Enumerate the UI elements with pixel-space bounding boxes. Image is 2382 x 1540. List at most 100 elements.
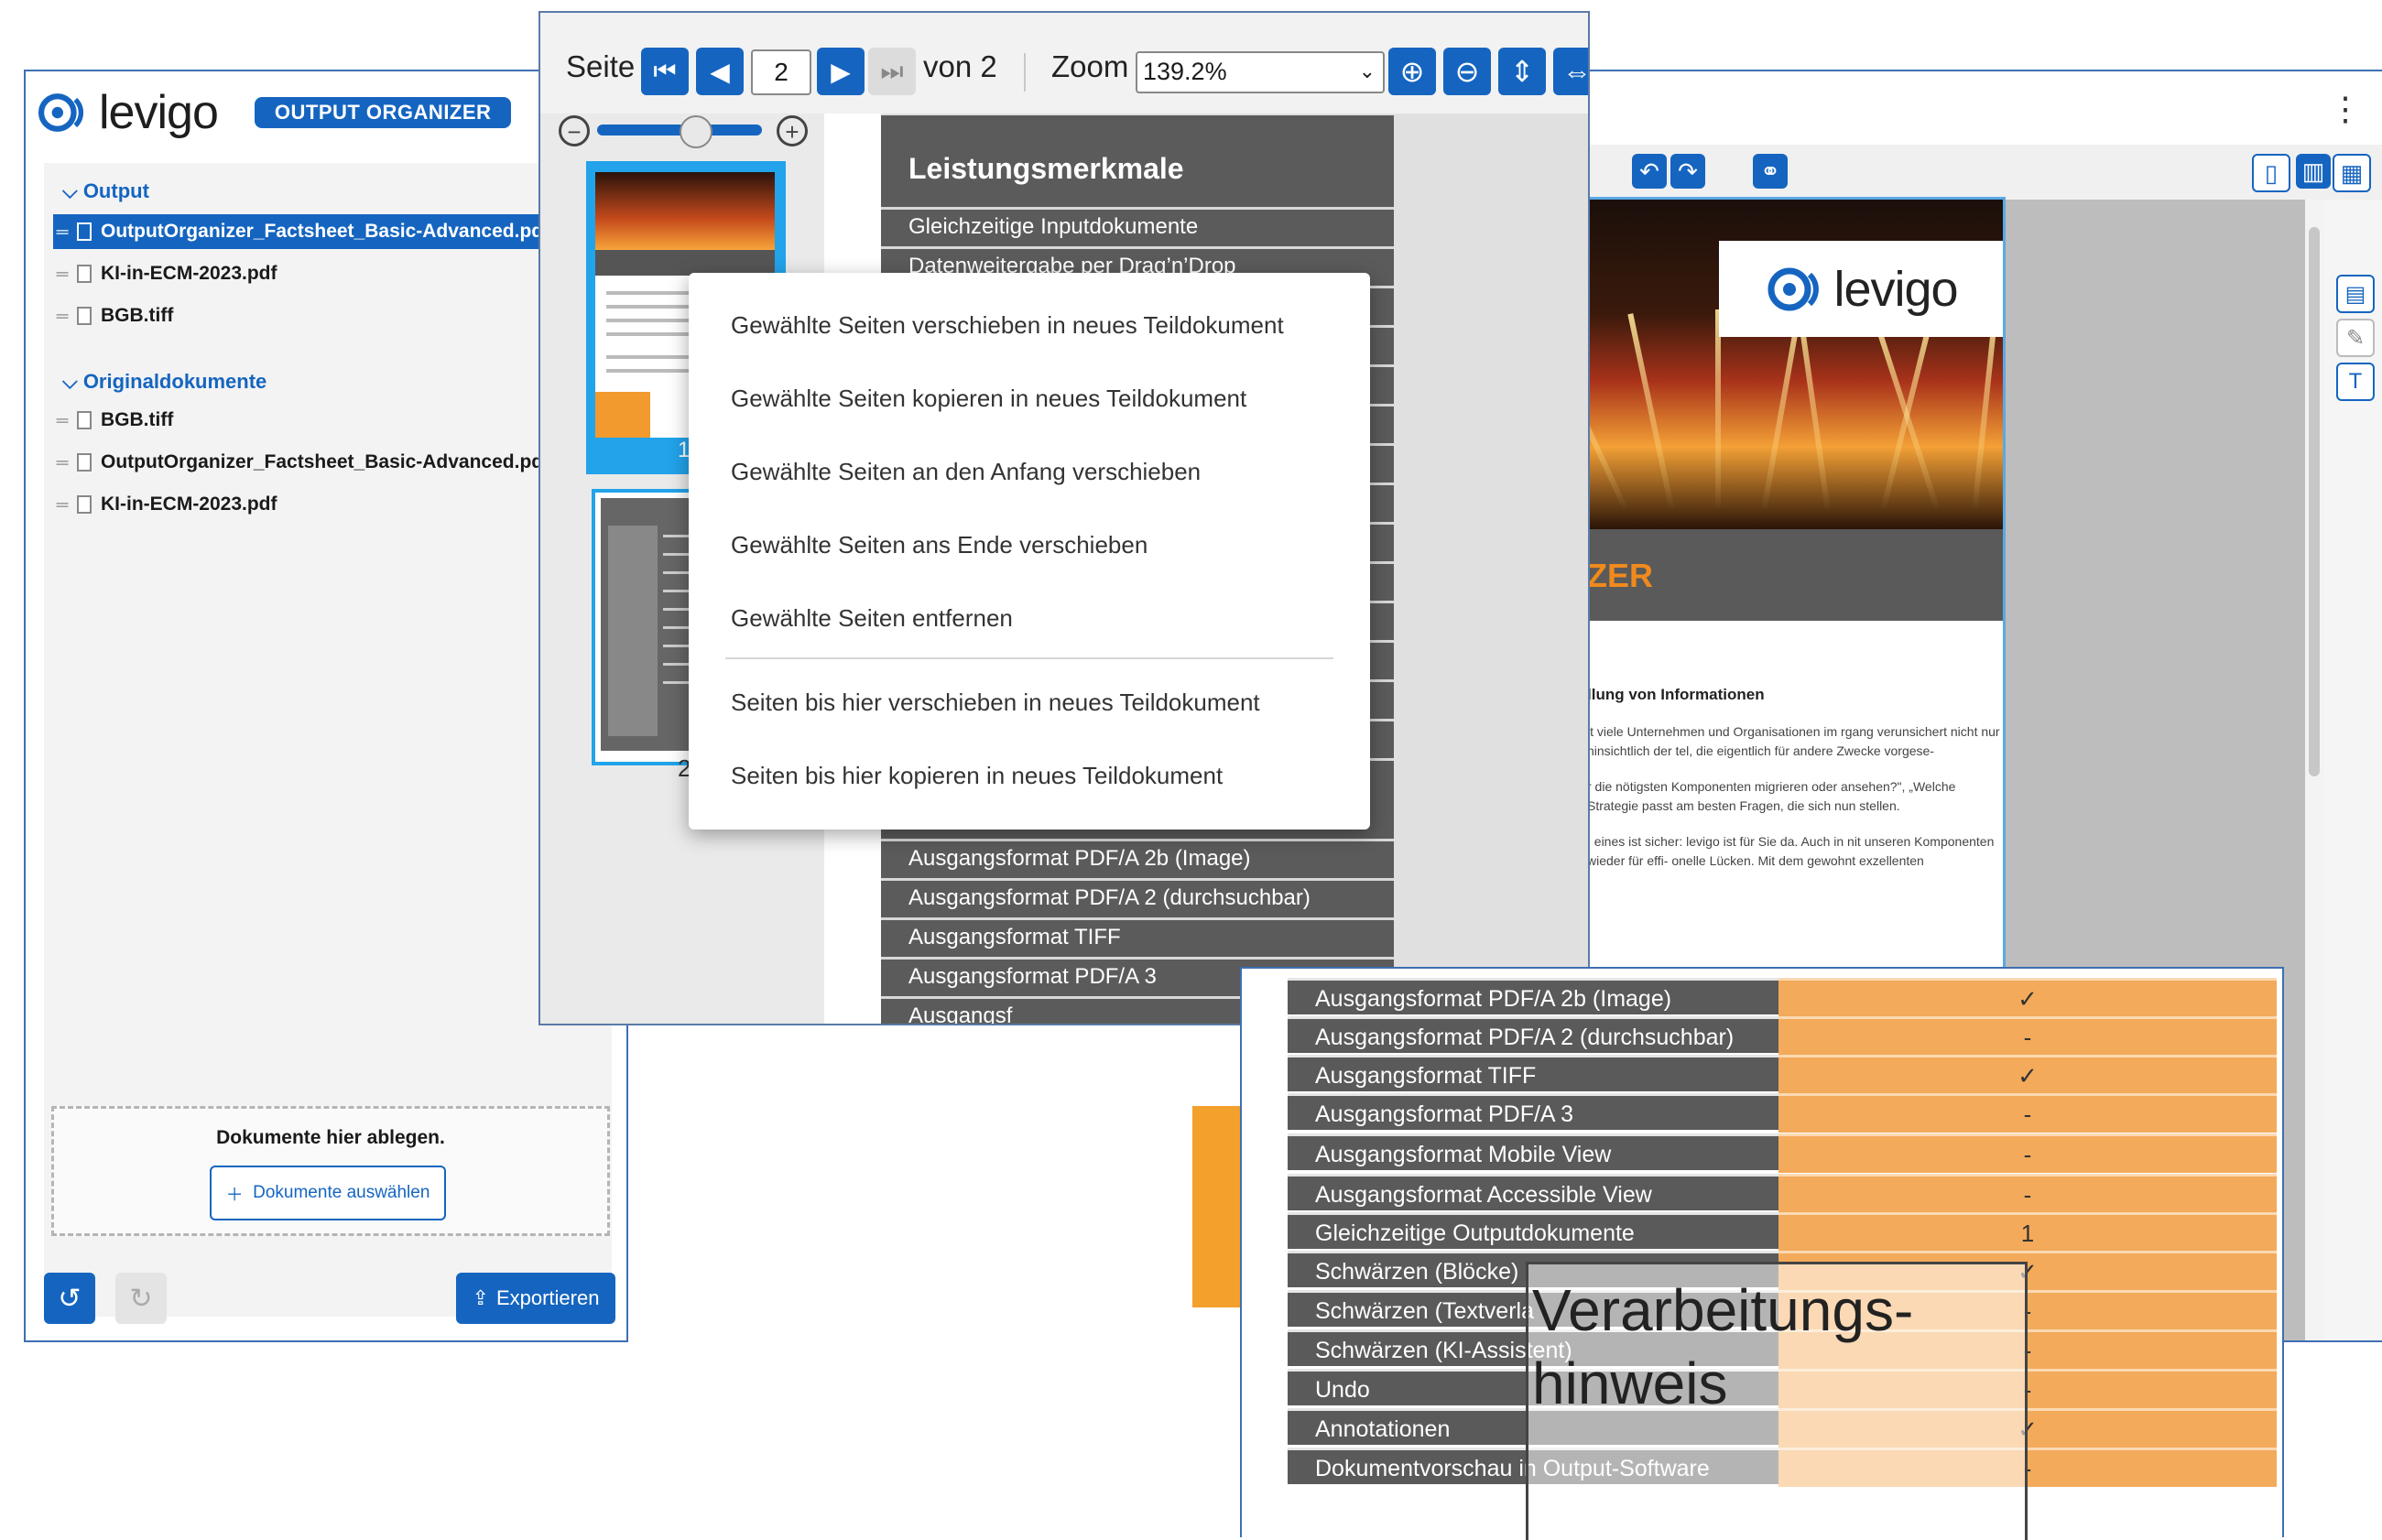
page-body-text: llung von Informationen it viele Unterne… [1587,685,2003,887]
previous-page-button[interactable]: ◀ [696,48,744,95]
page-count: von 2 [923,49,997,83]
row-value: ✓ [1778,1055,2277,1094]
orange-accent-block [1192,1106,1247,1307]
last-page-button[interactable]: ⏭ [868,48,916,95]
levigo-logo-icon [38,93,83,132]
thumbnail-zoom-in-icon[interactable]: + [777,115,808,146]
file-icon [77,307,92,325]
next-page-button[interactable]: ▶ [817,48,865,95]
file-icon [77,495,92,514]
tree-item-output-1[interactable]: ═ OutputOrganizer_Factsheet_Basic-Advance… [53,214,612,249]
drag-handle-icon[interactable]: ═ [53,222,71,242]
fit-height-button[interactable]: ⇕ [1498,48,1546,95]
text-box-icon[interactable]: T [2336,363,2375,401]
menu-item-move-until-here[interactable]: Seiten bis hier verschieben in neues Tei… [731,689,1260,717]
row-value: - [1778,1174,2277,1213]
drag-handle-icon[interactable]: ═ [53,453,71,472]
single-page-icon[interactable]: ▯ [2252,154,2290,192]
chevron-down-icon: ⌵ [62,370,78,393]
tree-item-original-1[interactable]: ═ BGB.tiff [53,403,612,438]
menu-item-copy-to-new[interactable]: Gewählte Seiten kopieren in neues Teildo… [731,385,1246,413]
zoom-select[interactable]: 139.2% ⌄ [1136,51,1385,93]
menu-item-copy-until-here[interactable]: Seiten bis hier kopieren in neues Teildo… [731,762,1223,790]
drag-handle-icon[interactable]: ═ [53,307,71,326]
page-paragraph: . eines ist sicher: levigo ist für Sie d… [1587,834,1995,868]
binoculars-icon[interactable]: ⚭ [1753,154,1788,189]
export-label: Exportieren [495,1286,600,1309]
slider-knob[interactable] [680,115,712,148]
menu-item-remove[interactable]: Gewählte Seiten entfernen [731,604,1013,633]
page-title-band: ZER [1587,529,2003,621]
menu-item-move-to-new[interactable]: Gewählte Seiten verschieben in neues Tei… [731,311,1284,340]
page-number-input[interactable]: 2 [751,49,811,95]
row-label: Gleichzeitige Outputdokumente [1288,1212,1778,1249]
table-row: Ausgangsformat PDF/A 3- [1288,1093,2277,1133]
upload-icon: ⇪ [472,1286,489,1309]
zoom-out-icon: ⊖ [1454,55,1480,88]
table-row: Ausgangsformat Mobile View - [1288,1133,2277,1173]
tree-item-output-2[interactable]: ═ KI-in-ECM-2023.pdf [53,256,612,291]
drop-zone[interactable]: Dokumente hier ablegen. ＋ Dokumente ausw… [51,1106,610,1236]
processing-hint-overlay: Verarbeitungs-hinweis [1526,1262,2028,1540]
tree-item-label: BGB.tiff [101,409,174,430]
row-value: - [1778,1133,2277,1173]
pen-icon[interactable]: ✎ [2336,319,2375,357]
menu-item-move-to-end[interactable]: Gewählte Seiten ans Ende verschieben [731,531,1147,559]
drag-handle-icon[interactable]: ═ [53,411,71,430]
thumbnail-size-slider[interactable] [597,115,762,148]
chevron-down-icon: ⌵ [62,179,78,202]
output-section-title: Output [82,179,149,202]
page-heading: Leistungsmerkmale [908,152,1184,185]
row-label: Ausgangsformat Accessible View [1288,1174,1778,1210]
row-value: - [1778,1093,2277,1133]
drag-handle-icon[interactable]: ═ [53,495,71,515]
drag-handle-icon[interactable]: ═ [53,265,71,284]
hint-line-1: Verarbeitungs- [1532,1277,1914,1343]
rotate-left-icon[interactable]: ↶ [1632,154,1667,189]
more-menu-icon[interactable]: ⋮ [2329,90,2362,128]
zoom-in-button[interactable]: ⊕ [1388,48,1436,95]
zoom-out-button[interactable]: ⊖ [1443,48,1491,95]
grid-view-icon[interactable]: ▦ [2333,154,2371,192]
thumbnail-zoom-out-icon[interactable]: − [559,115,590,146]
page-section-heading: llung von Informationen [1587,686,1765,703]
viewer-toolbar: ↶ ↷ ⚭ ▯ ▥ ▦ [1467,145,2382,200]
table-row: Gleichzeitige Outputdokumente 1 [1288,1212,2277,1252]
levigo-logo-text: levigo [99,86,219,139]
first-page-button[interactable]: ⏮ [641,48,689,95]
file-icon [77,411,92,429]
file-icon [77,222,92,241]
undo-button[interactable]: ↺ [44,1273,95,1324]
tree-item-label: KI-in-ECM-2023.pdf [101,263,277,284]
tree-item-original-3[interactable]: ═ KI-in-ECM-2023.pdf [53,487,612,522]
undo-icon: ↺ [58,1283,82,1314]
tree-item-original-2[interactable]: ═ OutputOrganizer_Factsheet_Basic-Advance… [53,445,612,480]
page-logo: levigo [1719,241,2003,337]
tree-item-output-3[interactable]: ═ BGB.tiff [53,298,612,333]
file-icon [77,453,92,472]
row-value: - [1778,1016,2277,1056]
two-page-icon[interactable]: ▥ [2296,154,2331,189]
rotate-right-icon[interactable]: ↷ [1670,154,1705,189]
fit-width-button[interactable]: ⇔ [1553,48,1588,95]
viewer-scrollbar[interactable] [2305,200,2323,1340]
select-documents-button[interactable]: ＋ Dokumente auswählen [210,1166,446,1220]
product-badge: OUTPUT ORGANIZER [254,97,512,128]
row-label: Ausgangsformat TIFF [1288,1055,1778,1091]
redo-icon: ↻ [129,1283,153,1314]
output-organizer-window: levigo OUTPUT ORGANIZER ⌵ Output ═ Output… [24,70,628,1342]
redo-button[interactable]: ↻ [115,1273,167,1324]
tree-item-label: OutputOrganizer_Factsheet_Basic-Advanced… [101,451,550,472]
fit-height-icon: ⇕ [1509,55,1535,88]
export-button[interactable]: ⇪ Exportieren [456,1273,615,1324]
output-section-header[interactable]: ⌵ Output [62,179,149,203]
document-icon[interactable]: ▤ [2336,275,2375,313]
row-value: ✓ [1778,978,2277,1017]
row-label: Ausgangsformat Mobile View [1288,1133,1778,1170]
original-section-header[interactable]: ⌵ Originaldokumente [62,370,266,394]
menu-item-move-to-start[interactable]: Gewählte Seiten an den Anfang verschiebe… [731,458,1201,486]
skip-back-icon: ⏮ [653,56,677,85]
page-label: Seite [566,49,636,83]
select-documents-label: Dokumente auswählen [253,1183,430,1202]
app-header: levigo OUTPUT ORGANIZER [26,71,626,154]
